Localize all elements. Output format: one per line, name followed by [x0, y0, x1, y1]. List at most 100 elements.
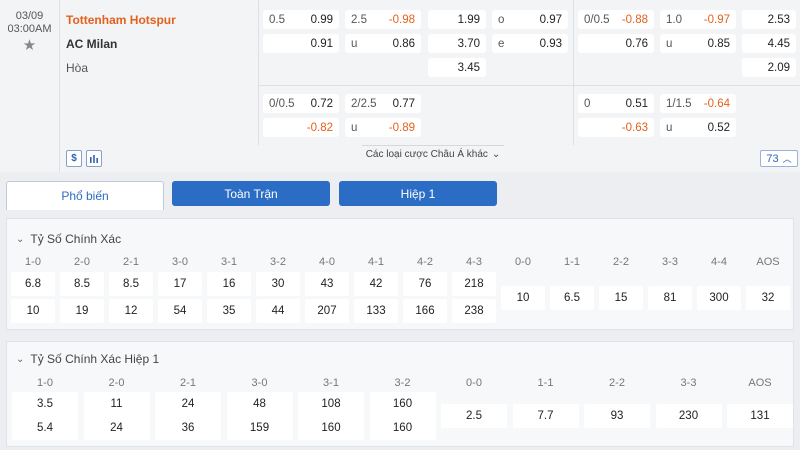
score-odds-home[interactable]: 108	[298, 392, 364, 416]
x12-away-odds[interactable]: 3.70	[428, 34, 486, 53]
score-header: 0-0	[515, 256, 531, 268]
chevron-down-icon: ⌄	[491, 148, 501, 160]
score-odds-home[interactable]: 76	[403, 272, 447, 296]
score-odds-home[interactable]: 43	[305, 272, 349, 296]
score-header: 0-0	[466, 377, 482, 389]
score-odds-home[interactable]: 6.8	[11, 272, 55, 296]
alt-hdp-home-odds[interactable]: 0/0.5 0.72	[263, 94, 339, 113]
odd-odds[interactable]: o 0.97	[492, 10, 568, 29]
score-odds-home[interactable]: 11	[83, 392, 150, 416]
alt-ou-over-odds[interactable]: 2/2.5 0.77	[345, 94, 421, 113]
x12-draw-odds[interactable]: 3.45	[428, 58, 486, 77]
ou-under-odds[interactable]: u 0.86	[345, 34, 421, 53]
favorite-star-icon[interactable]: ★	[0, 38, 59, 53]
score-odds-draw[interactable]: 15	[599, 286, 643, 310]
score-odds-away[interactable]: 133	[354, 299, 398, 323]
match-time: 03:00AM	[7, 23, 52, 35]
score-odds-away[interactable]: 19	[60, 299, 104, 323]
score-odds-away[interactable]: 24	[83, 416, 150, 440]
more-asian-bets-button[interactable]: Các loại cược Châu Á khác ⌄	[362, 145, 504, 162]
score-odds-home[interactable]: 3.5	[12, 392, 78, 416]
alt-h1-hdp-home-odds[interactable]: 0 0.51	[578, 94, 654, 113]
tab-full-match[interactable]: Toàn Trận	[172, 181, 330, 206]
divider	[258, 0, 259, 145]
score-odds-away[interactable]: 160	[369, 416, 436, 440]
score-odds-away[interactable]: 10	[11, 299, 55, 323]
score-odds-home[interactable]: 160	[369, 392, 436, 416]
score-odds-away[interactable]: 44	[256, 299, 300, 323]
score-header: 3-0	[172, 256, 188, 268]
score-odds-draw[interactable]: 93	[584, 404, 650, 428]
h1-x12-home-odds[interactable]: 2.53	[742, 10, 796, 29]
score-header: 4-4	[711, 256, 727, 268]
more-markets-count-button[interactable]: 73 ︿	[760, 150, 798, 167]
score-header: 2-0	[108, 377, 125, 389]
h1-hdp-home-odds[interactable]: 0/0.5 -0.88	[578, 10, 654, 29]
score-odds-home[interactable]: 42	[354, 272, 398, 296]
correct-score-header[interactable]: ⌄ Tỷ Số Chính Xác	[16, 232, 121, 246]
score-odds-draw[interactable]: 230	[655, 404, 722, 428]
score-odds-away[interactable]: 207	[305, 299, 349, 323]
alt-h1-ou-over-odds[interactable]: 1/1.5 -0.64	[660, 94, 736, 113]
h1-ou-over-odds[interactable]: 1.0 -0.97	[660, 10, 736, 29]
score-odds-home[interactable]: 218	[452, 272, 496, 296]
score-odds-draw[interactable]: 300	[697, 286, 741, 310]
chevron-up-icon: ︿	[782, 154, 792, 164]
score-odds-away[interactable]: 5.4	[12, 416, 78, 440]
score-odds-away[interactable]: 159	[226, 416, 293, 440]
ou-over-odds[interactable]: 2.5 -0.98	[345, 10, 421, 29]
correct-score-h1-header[interactable]: ⌄ Tỷ Số Chính Xác Hiệp 1	[16, 352, 159, 366]
divider	[258, 85, 800, 86]
score-odds-draw[interactable]: 10	[501, 286, 545, 310]
score-odds-away[interactable]: 160	[298, 416, 364, 440]
hdp-home-odds[interactable]: 0.5 0.99	[263, 10, 339, 29]
alt-h1-hdp-away-odds[interactable]: -0.63	[578, 118, 654, 137]
score-odds-away[interactable]: 12	[109, 299, 153, 323]
score-odds-draw[interactable]: 7.7	[512, 404, 579, 428]
even-odds[interactable]: e 0.93	[492, 34, 568, 53]
tab-popular[interactable]: Phổ biến	[6, 181, 164, 210]
dollar-icon[interactable]: $	[66, 150, 82, 167]
teams-column: Tottenham Hotspur AC Milan Hòa	[60, 0, 258, 172]
score-odds-draw[interactable]: 81	[648, 286, 692, 310]
score-odds-draw[interactable]: 2.5	[441, 404, 507, 428]
score-odds-away[interactable]: 54	[158, 299, 202, 323]
alt-hdp-away-odds[interactable]: -0.82	[263, 118, 339, 137]
x12-home-odds[interactable]: 1.99	[428, 10, 486, 29]
score-odds-home[interactable]: 17	[158, 272, 202, 296]
hdp-away-odds[interactable]: 0.91	[263, 34, 339, 53]
h1-ou-under-odds[interactable]: u 0.85	[660, 34, 736, 53]
h1-hdp-away-odds[interactable]: 0.76	[578, 34, 654, 53]
score-odds-home[interactable]: 48	[226, 392, 293, 416]
home-team-name[interactable]: Tottenham Hotspur	[66, 13, 176, 27]
score-header: 2-0	[74, 256, 90, 268]
away-team-name[interactable]: AC Milan	[66, 37, 117, 51]
score-header: AOS	[748, 377, 772, 389]
score-odds-away[interactable]: 238	[452, 299, 496, 323]
score-header: 3-3	[680, 377, 697, 389]
score-header: 4-2	[417, 256, 433, 268]
score-odds-home[interactable]: 16	[207, 272, 251, 296]
score-odds-home[interactable]: 30	[256, 272, 300, 296]
stats-chart-icon[interactable]	[86, 150, 102, 167]
alt-h1-ou-under-odds[interactable]: u 0.52	[660, 118, 736, 137]
alt-ou-under-odds[interactable]: u -0.89	[345, 118, 421, 137]
score-header: 3-2	[394, 377, 411, 389]
score-odds-draw[interactable]: 131	[727, 404, 793, 428]
score-odds-home[interactable]: 8.5	[60, 272, 104, 296]
score-odds-away[interactable]: 36	[155, 416, 221, 440]
h1-x12-draw-odds[interactable]: 2.09	[742, 58, 796, 77]
score-header: 2-1	[180, 377, 196, 389]
score-header: 4-0	[319, 256, 335, 268]
tab-first-half[interactable]: Hiệp 1	[339, 181, 497, 206]
score-odds-draw[interactable]: 6.5	[550, 286, 594, 310]
more-bets-label: Các loại cược Châu Á khác	[365, 148, 488, 160]
score-odds-draw[interactable]: 32	[746, 286, 790, 310]
score-header: 2-2	[609, 377, 625, 389]
score-odds-home[interactable]: 8.5	[109, 272, 153, 296]
score-odds-away[interactable]: 35	[207, 299, 251, 323]
h1-x12-away-odds[interactable]: 4.45	[742, 34, 796, 53]
score-odds-home[interactable]: 24	[155, 392, 221, 416]
score-header: 3-2	[270, 256, 286, 268]
score-odds-away[interactable]: 166	[403, 299, 447, 323]
